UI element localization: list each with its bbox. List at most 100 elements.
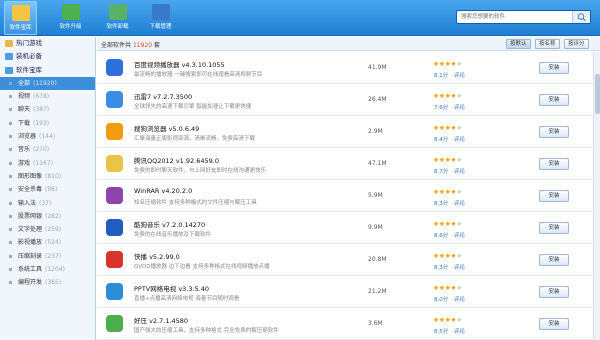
software-name: 腾讯QQ2012 v1.92.6459.0 xyxy=(134,157,219,165)
search-button[interactable] xyxy=(572,11,590,23)
bullet-icon xyxy=(9,268,12,272)
software-row[interactable]: 快播 v5.2.99.0 QVOD播放器 边下边看 支持多种格式在线视频播放点播 2… xyxy=(97,245,593,276)
sidebar-category-games[interactable]: 游戏 (1167) xyxy=(0,157,95,170)
top-toolbar: 软件宝库 软件升级 软件卸载 下载管理 xyxy=(0,0,600,36)
install-button[interactable]: 安装 xyxy=(539,126,569,138)
install-button[interactable]: 安装 xyxy=(539,318,569,330)
toolbar-download-manager-button[interactable]: 下载管理 xyxy=(144,1,177,35)
sidebar-item-essentials[interactable]: 装机必备 xyxy=(0,50,95,63)
sidebar-category-chat[interactable]: 聊天 (387) xyxy=(0,103,95,116)
rating-stars: ★★★★★ xyxy=(433,188,462,196)
software-name: 好压 v2.7.1.4580 xyxy=(134,317,189,325)
install-button[interactable]: 安装 xyxy=(539,158,569,170)
software-row[interactable]: PPTV网络电视 v3.3.5.40 直播+点播高清网络电视 海量节目随时观看 21… xyxy=(97,277,593,308)
toolbar-uninstall-button[interactable]: 软件卸载 xyxy=(101,1,134,35)
software-row[interactable]: 搜狗浏览器 v5.0.6.49 汇聚海量正版影视资源，清晰流畅，免费高清下载 2.9… xyxy=(97,117,593,148)
review-link[interactable]: 评论 xyxy=(454,231,465,239)
software-row[interactable]: 酷狗音乐 v7.2.0.14270 免费的在线音乐播放及下载软件 9.9M ★★★★★… xyxy=(97,213,593,244)
library-icon xyxy=(5,66,13,74)
software-row[interactable]: 百度视频播放器 v4.3.10.1055 最流畅的播放器 一键搜索即可在线观看高清… xyxy=(97,53,593,84)
sidebar-item-hot-games[interactable]: 热门游戏 xyxy=(0,37,95,50)
baidu-video-icon xyxy=(106,59,123,76)
software-description: 直播+点播高清网络电视 海量节目随时观看 xyxy=(134,296,240,302)
bullet-icon xyxy=(9,81,12,85)
software-row[interactable]: 迅雷7 v7.2.7.3500 全球领先的高速下载引擎 智能加速让下载更快捷 26.… xyxy=(97,85,593,116)
review-link[interactable]: 评论 xyxy=(454,71,465,79)
winrar-icon xyxy=(106,187,123,204)
bullet-icon xyxy=(9,214,12,218)
search-input[interactable] xyxy=(457,11,569,23)
software-description: QVOD播放器 边下边看 支持多种格式在线视频播放点播 xyxy=(134,264,270,270)
scrollbar-thumb[interactable] xyxy=(595,74,600,114)
software-row[interactable]: WinRAR v4.20.2.0 知名压缩软件 支持多种格式的文件压缩与解压工具 5… xyxy=(97,181,593,212)
sidebar-category-stocks[interactable]: 股票网银 (282) xyxy=(0,210,95,223)
review-link[interactable]: 评论 xyxy=(454,103,465,111)
software-description: 免费的在线音乐播放及下载软件 xyxy=(134,232,212,238)
software-list-panel: 全部软件共 11920 套 按默认 按名称 按评分 百度视频播放器 v4.3.1… xyxy=(97,37,600,340)
toolbar-upgrade-button[interactable]: 软件升级 xyxy=(54,1,87,35)
bullet-icon xyxy=(9,201,12,205)
review-link[interactable]: 评论 xyxy=(454,199,465,207)
install-button[interactable]: 安装 xyxy=(539,62,569,74)
sidebar-category-graphics[interactable]: 图形图像 (810) xyxy=(0,170,95,183)
install-button[interactable]: 安装 xyxy=(539,190,569,202)
rating-stars: ★★★★★ xyxy=(433,156,462,164)
rating-score: 7.6分 xyxy=(434,105,449,111)
bullet-icon xyxy=(9,148,12,152)
star-icon: ★ xyxy=(456,156,462,164)
toolbar-software-library-button[interactable]: 软件宝库 xyxy=(4,1,37,35)
sort-default-button[interactable]: 按默认 xyxy=(506,39,531,49)
sidebar-item-library[interactable]: 软件宝库 xyxy=(0,64,95,77)
bullet-icon xyxy=(9,228,12,232)
install-button[interactable]: 安装 xyxy=(539,286,569,298)
sort-name-button[interactable]: 按名称 xyxy=(535,39,560,49)
sort-rating-button[interactable]: 按评分 xyxy=(564,39,589,49)
sidebar-category-compression[interactable]: 压缩刻录 (237) xyxy=(0,250,95,263)
rating-stars: ★★★★★ xyxy=(433,92,462,100)
star-icon: ★ xyxy=(456,124,462,132)
sidebar-category-video[interactable]: 视频 (678) xyxy=(0,90,95,103)
sidebar-category-browser[interactable]: 浏览器 (144) xyxy=(0,130,95,143)
review-link[interactable]: 评论 xyxy=(454,263,465,271)
rating-score: 8.3分 xyxy=(434,265,449,271)
sidebar-category-text[interactable]: 文字处理 (259) xyxy=(0,223,95,236)
rating-score: 8.5分 xyxy=(434,329,449,335)
software-size: 20.8M xyxy=(368,256,387,263)
install-button[interactable]: 安装 xyxy=(539,222,569,234)
software-row[interactable]: 腾讯QQ2012 v1.92.6459.0 免费的即时聊天软件，与上网好友即时在线… xyxy=(97,149,593,180)
sidebar-category-security[interactable]: 安全杀毒 (98) xyxy=(0,183,95,196)
sidebar-category-download[interactable]: 下载 (193) xyxy=(0,117,95,130)
review-link[interactable]: 评论 xyxy=(454,327,465,335)
bullet-icon xyxy=(9,174,12,178)
software-description: 全球领先的高速下载引擎 智能加速让下载更快捷 xyxy=(134,104,252,110)
star-icon: ★ xyxy=(456,284,462,292)
software-count: 全部软件共 11920 套 xyxy=(101,42,160,49)
sidebar-category-music[interactable]: 音乐 (270) xyxy=(0,143,95,156)
sidebar-category-media-player[interactable]: 影视播放 (524) xyxy=(0,236,95,249)
sidebar-category-input-method[interactable]: 输入法 (37) xyxy=(0,197,95,210)
review-link[interactable]: 评论 xyxy=(454,295,465,303)
bullet-icon xyxy=(9,241,12,245)
review-link[interactable]: 评论 xyxy=(454,135,465,143)
software-size: 2.9M xyxy=(368,128,383,135)
list-header-bar: 全部软件共 11920 套 按默认 按名称 按评分 xyxy=(97,37,600,51)
essentials-icon xyxy=(5,53,13,61)
review-link[interactable]: 评论 xyxy=(454,167,465,175)
sidebar-category-all[interactable]: 全部 (11920) xyxy=(0,76,95,91)
software-description: 汇聚海量正版影视资源，清晰流畅，免费高清下载 xyxy=(134,136,256,142)
star-icon: ★ xyxy=(456,188,462,196)
hot-games-icon xyxy=(5,40,13,47)
install-button[interactable]: 安装 xyxy=(539,254,569,266)
sogou-browser-icon xyxy=(106,123,123,140)
search-icon xyxy=(577,13,586,22)
software-name: 百度视频播放器 v4.3.10.1055 xyxy=(134,61,225,69)
software-name: PPTV网络电视 v3.3.5.40 xyxy=(134,285,210,293)
sidebar-category-programming[interactable]: 编程开发 (365) xyxy=(0,276,95,289)
software-name: 迅雷7 v7.2.7.3500 xyxy=(134,93,193,101)
install-button[interactable]: 安装 xyxy=(539,94,569,106)
list-scrollbar[interactable] xyxy=(593,52,600,340)
software-row[interactable]: 好压 v2.7.1.4580 国产强大的压缩工具，支持多种格式 完全免费的解压缩软… xyxy=(97,309,593,340)
sidebar-category-system-tools[interactable]: 系统工具 (1204) xyxy=(0,263,95,276)
rating-score: 8.6分 xyxy=(434,233,449,239)
upgrade-icon xyxy=(61,4,80,20)
